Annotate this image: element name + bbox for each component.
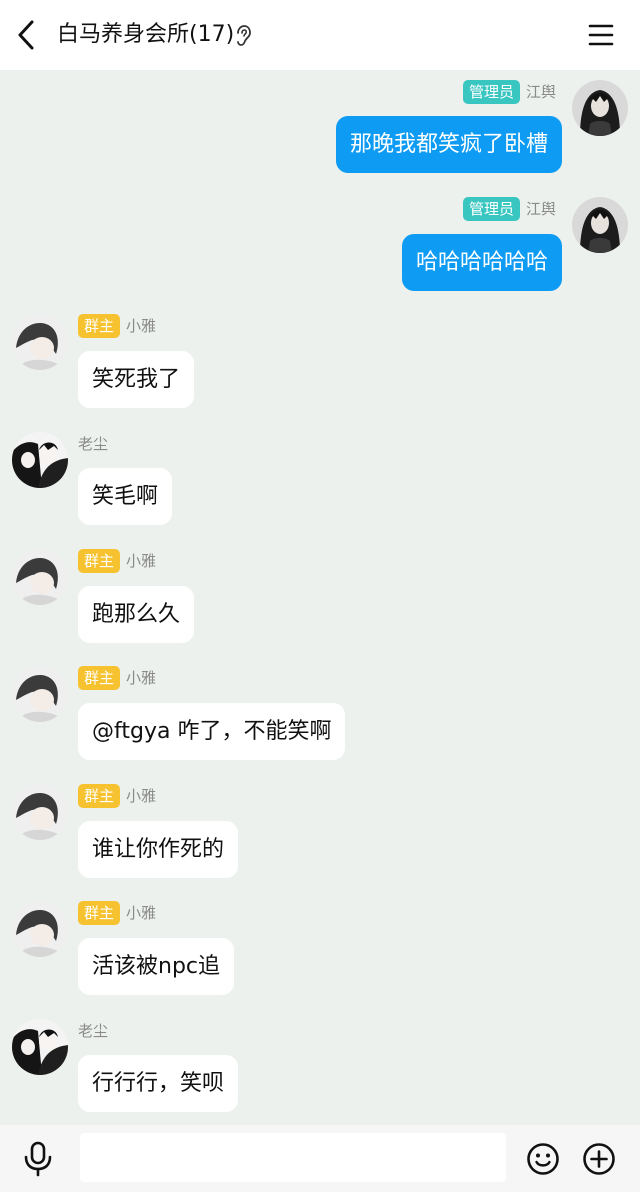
sender-name: 江舆 — [525, 83, 556, 101]
sender-name: 小雅 — [126, 552, 157, 570]
sender-name: 小雅 — [126, 317, 157, 335]
avatar-xiaoya[interactable] — [12, 901, 68, 957]
message-meta: 老尘 — [78, 1019, 108, 1043]
message-meta: 群主 小雅 — [78, 901, 156, 925]
group-title: 白马养身会所(17) — [57, 22, 235, 47]
message-bubble[interactable]: 那晚我都笑疯了卧槽 — [335, 116, 562, 173]
avatar-laochen[interactable] — [12, 1019, 68, 1075]
emoji-button[interactable] — [526, 1142, 560, 1176]
more-button[interactable] — [582, 1142, 616, 1176]
message-input[interactable] — [80, 1133, 506, 1182]
message-meta: 老尘 — [78, 432, 108, 456]
ear-icon — [234, 24, 252, 48]
chat-header: 白马养身会所(17) — [0, 0, 640, 70]
owner-badge: 群主 — [78, 784, 121, 808]
message-list[interactable]: 管理员 江舆 那晚我都笑疯了卧槽 管理员 江舆 哈哈哈哈哈哈 群主 小雅 笑死我… — [0, 70, 640, 1125]
message-bubble[interactable]: 活该被npc追 — [78, 938, 235, 995]
sender-name: 小雅 — [126, 904, 157, 922]
message-meta: 群主 小雅 — [78, 666, 156, 690]
avatar-xiaoya[interactable] — [12, 314, 68, 370]
message-bubble[interactable]: 跑那么久 — [78, 586, 195, 643]
menu-button[interactable] — [586, 20, 616, 50]
message-bubble[interactable]: 笑毛啊 — [78, 468, 173, 525]
hamburger-menu-icon — [588, 24, 614, 46]
message-meta: 管理员 江舆 — [462, 197, 556, 221]
message-meta: 群主 小雅 — [78, 314, 156, 338]
sender-name: 江舆 — [525, 200, 556, 218]
message-meta: 管理员 江舆 — [462, 80, 556, 104]
message-bubble[interactable]: 哈哈哈哈哈哈 — [401, 234, 562, 291]
sender-name: 小雅 — [126, 669, 157, 687]
avatar-jiangyu[interactable] — [572, 80, 628, 136]
message-bubble[interactable]: 谁让你作死的 — [78, 821, 239, 878]
owner-badge: 群主 — [78, 666, 121, 690]
back-button[interactable] — [12, 18, 42, 52]
admin-badge: 管理员 — [462, 197, 520, 221]
input-bar — [0, 1125, 640, 1192]
smiley-icon — [527, 1143, 559, 1175]
owner-badge: 群主 — [78, 901, 121, 925]
microphone-icon — [24, 1141, 52, 1177]
avatar-jiangyu[interactable] — [572, 197, 628, 253]
owner-badge: 群主 — [78, 314, 121, 338]
sender-name: 小雅 — [126, 787, 157, 805]
message-bubble[interactable]: 行行行，笑呗 — [78, 1055, 239, 1112]
message-bubble[interactable]: @ftgya 咋了，不能笑啊 — [78, 703, 346, 760]
sender-name: 老尘 — [78, 1022, 109, 1040]
avatar-xiaoya[interactable] — [12, 784, 68, 840]
avatar-xiaoya[interactable] — [12, 549, 68, 605]
sender-name: 老尘 — [78, 435, 109, 453]
avatar-xiaoya[interactable] — [12, 666, 68, 722]
owner-badge: 群主 — [78, 549, 121, 573]
message-meta: 群主 小雅 — [78, 549, 156, 573]
admin-badge: 管理员 — [462, 80, 520, 104]
plus-circle-icon — [583, 1143, 615, 1175]
voice-button[interactable] — [22, 1141, 54, 1177]
message-meta: 群主 小雅 — [78, 784, 156, 808]
message-bubble[interactable]: 笑死我了 — [78, 351, 195, 408]
chevron-left-icon — [18, 20, 34, 50]
avatar-laochen[interactable] — [12, 432, 68, 488]
